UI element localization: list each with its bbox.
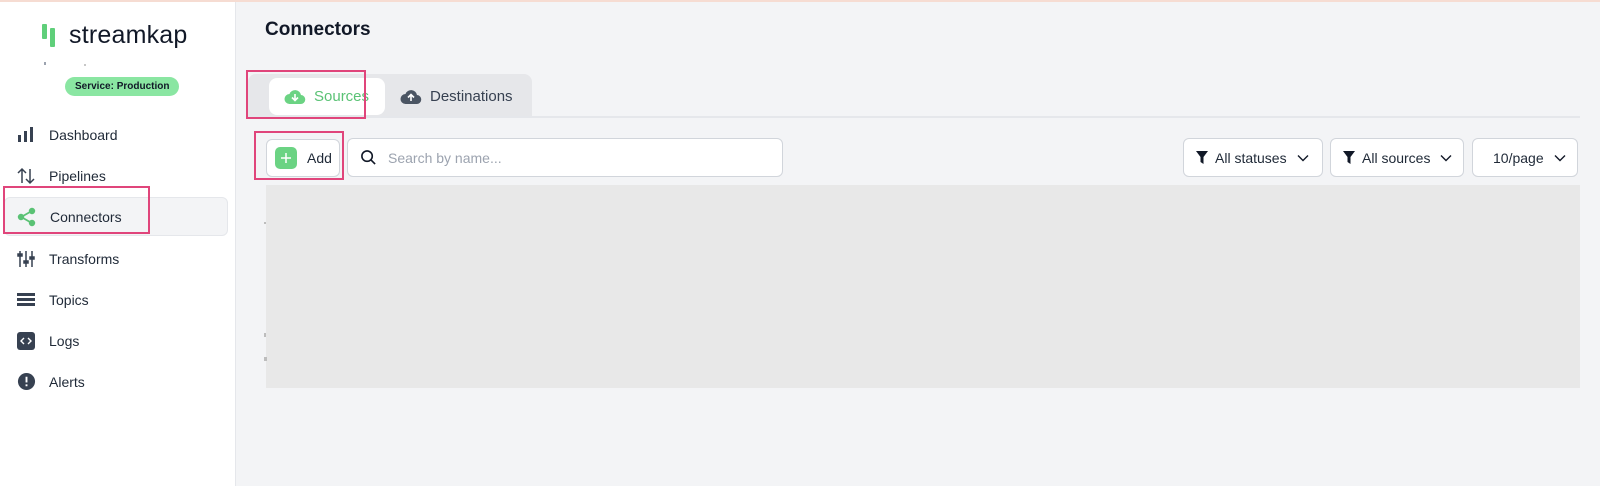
- decorative-mark: [264, 222, 266, 224]
- sidebar-item-topics[interactable]: Topics: [4, 280, 228, 319]
- connectors-table-loading: [266, 185, 1580, 388]
- sidebar-item-connectors[interactable]: Connectors: [4, 197, 228, 236]
- top-border: [0, 0, 1600, 2]
- decorative-mark: [264, 357, 267, 361]
- sidebar-item-label: Transforms: [49, 250, 120, 267]
- arrows-up-down-icon: [15, 165, 37, 187]
- add-button-label: Add: [307, 150, 332, 166]
- sidebar-item-label: Topics: [49, 291, 89, 308]
- sidebar-item-dashboard[interactable]: Dashboard: [4, 115, 228, 154]
- status-filter-select[interactable]: All statuses: [1183, 138, 1323, 177]
- status-filter-value: All statuses: [1215, 149, 1287, 166]
- decorative-mark: [264, 333, 266, 337]
- filter-icon: [1196, 151, 1210, 165]
- sidebar-item-label: Logs: [49, 332, 80, 349]
- decorative-mark: [84, 64, 86, 66]
- sidebar-item-label: Pipelines: [49, 167, 106, 184]
- page-size-value: 10/page: [1493, 149, 1544, 166]
- sidebar-item-label: Alerts: [49, 373, 85, 390]
- sidebar-item-label: Connectors: [50, 208, 122, 225]
- cloud-download-icon: [284, 86, 306, 108]
- tab-destinations[interactable]: Destinations: [394, 78, 524, 115]
- cloud-upload-icon: [400, 86, 422, 108]
- tabs-divider: [248, 116, 1580, 118]
- source-filter-value: All sources: [1362, 149, 1431, 166]
- chevron-down-icon: [1297, 154, 1309, 162]
- sidebar-item-pipelines[interactable]: Pipelines: [4, 156, 228, 195]
- alert-circle-icon: [15, 371, 37, 393]
- page-title: Connectors: [265, 19, 371, 40]
- brand-name: streamkap: [69, 20, 188, 49]
- sidebar-item-transforms[interactable]: Transforms: [4, 239, 228, 278]
- code-icon: [15, 330, 37, 352]
- service-badge: Service: Production: [65, 77, 180, 96]
- search-input[interactable]: [388, 149, 768, 166]
- sidebar-item-logs[interactable]: Logs: [4, 321, 228, 360]
- streamkap-logo-icon: [42, 22, 66, 48]
- share-icon: [16, 206, 38, 228]
- plus-icon: [275, 147, 297, 169]
- tab-label: Sources: [314, 88, 370, 105]
- chevron-down-icon: [1554, 154, 1566, 162]
- filter-icon: [1343, 151, 1357, 165]
- page-size-select[interactable]: 10/page: [1472, 138, 1578, 177]
- source-filter-select[interactable]: All sources: [1330, 138, 1464, 177]
- tab-sources[interactable]: Sources: [269, 78, 385, 115]
- chevron-down-icon: [1440, 154, 1452, 162]
- search-icon: [360, 149, 378, 167]
- tab-label: Destinations: [430, 88, 513, 105]
- sidebar-item-alerts[interactable]: Alerts: [4, 362, 228, 401]
- stack-icon: [15, 289, 37, 311]
- search-box: [347, 138, 783, 177]
- sidebar-item-label: Dashboard: [49, 126, 118, 143]
- add-connector-button[interactable]: Add: [266, 139, 340, 177]
- decorative-mark: [44, 62, 46, 65]
- sliders-icon: [15, 248, 37, 270]
- logo[interactable]: streamkap: [42, 20, 188, 50]
- bar-chart-icon: [15, 124, 37, 146]
